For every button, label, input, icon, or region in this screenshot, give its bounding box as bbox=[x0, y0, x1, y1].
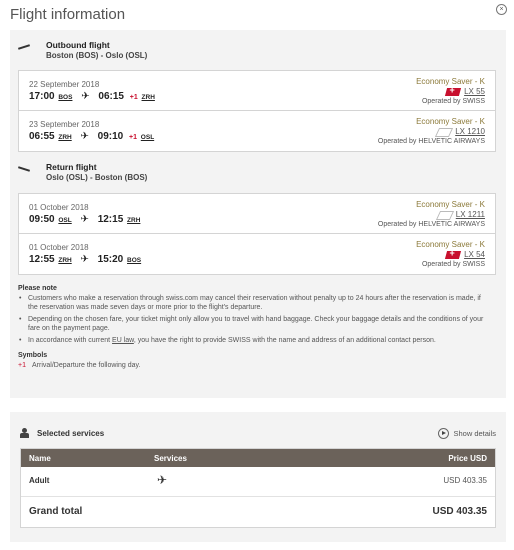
flight-segment: 01 October 2018 09:50 OSL ✈ 12:15 ZRH Ec… bbox=[19, 194, 495, 234]
arrival-time: 12:15 bbox=[97, 214, 124, 225]
takeoff-plane-icon bbox=[18, 42, 32, 52]
notes-list: Customers who make a reservation through… bbox=[18, 294, 488, 346]
departure-airport-link[interactable]: OSL bbox=[58, 217, 71, 224]
arrival-airport-link[interactable]: ZRH bbox=[127, 217, 140, 224]
services-header: Selected services bbox=[20, 428, 104, 438]
outbound-heading: Outbound flight bbox=[46, 40, 110, 50]
flight-details-panel: Outbound flight Boston (BOS) - Oslo (OSL… bbox=[10, 30, 506, 398]
outbound-header: Outbound flight Boston (BOS) - Oslo (OSL… bbox=[18, 40, 147, 61]
departure-airport-link[interactable]: BOS bbox=[58, 94, 72, 101]
next-day-marker: +1 bbox=[129, 134, 138, 141]
fare-class: Economy Saver - K bbox=[416, 117, 485, 126]
notes-heading: Please note bbox=[18, 285, 57, 292]
plane-icon: ✈ bbox=[157, 473, 168, 487]
selected-services-panel: Selected services Show details Name Serv… bbox=[10, 412, 506, 542]
departure-time: 12:55 bbox=[29, 254, 55, 265]
flight-segment: 22 September 2018 17:00 BOS ✈ 06:15 +1 Z… bbox=[19, 71, 495, 111]
departure-time: 09:50 bbox=[29, 214, 55, 225]
next-day-marker: +1 bbox=[129, 94, 138, 101]
segment-times: 06:55 ZRH ✈ 09:10 +1 OSL bbox=[29, 131, 154, 142]
flight-number-link[interactable]: LX 55 bbox=[464, 87, 485, 97]
flight-number-link[interactable]: LX 54 bbox=[464, 250, 485, 260]
departure-time: 06:55 bbox=[29, 131, 55, 142]
operator: Operated by HELVETIC AIRWAYS bbox=[377, 221, 485, 228]
arrival-time: 15:20 bbox=[97, 254, 124, 265]
flight-segment: 01 October 2018 12:55 ZRH ✈ 15:20 BOS Ec… bbox=[19, 234, 495, 274]
departure-airport-link[interactable]: ZRH bbox=[58, 257, 71, 264]
outbound-segments: 22 September 2018 17:00 BOS ✈ 06:15 +1 Z… bbox=[18, 70, 496, 152]
arrival-time: 09:10 bbox=[97, 131, 124, 142]
arrival-airport-link[interactable]: ZRH bbox=[142, 94, 155, 101]
play-circle-icon bbox=[438, 428, 450, 439]
arrival-time: 06:15 bbox=[98, 91, 124, 102]
operator: Operated by SWISS bbox=[421, 261, 485, 268]
note-item: Customers who make a reservation through… bbox=[18, 294, 488, 313]
symbol-legend: +1 Arrival/Departure the following day. bbox=[18, 361, 488, 371]
grand-total-row: Grand total USD 403.35 bbox=[21, 497, 495, 527]
segment-fare-info: Economy Saver - K LX 54 Operated by SWIS… bbox=[416, 240, 485, 270]
note-item: In accordance with current EU law, you h… bbox=[18, 336, 488, 346]
column-header-name: Name bbox=[29, 454, 51, 463]
column-header-services: Services bbox=[154, 454, 187, 463]
segment-date: 01 October 2018 bbox=[29, 243, 89, 252]
segment-date: 01 October 2018 bbox=[29, 203, 89, 212]
note-text: In accordance with current bbox=[28, 336, 113, 344]
segment-date: 23 September 2018 bbox=[29, 120, 100, 129]
dialog-title: Flight information bbox=[10, 6, 126, 23]
notes-section: Please note Customers who make a reserva… bbox=[18, 284, 488, 370]
segment-fare-info: Economy Saver - K LX 1211 Operated by HE… bbox=[378, 200, 485, 230]
swiss-logo-icon bbox=[445, 251, 462, 259]
flight-number-link[interactable]: LX 1211 bbox=[456, 210, 485, 220]
segment-times: 09:50 OSL ✈ 12:15 ZRH bbox=[29, 214, 140, 225]
table-header: Name Services Price USD bbox=[21, 449, 495, 467]
plane-icon: ✈ bbox=[80, 131, 89, 142]
plane-icon: ✈ bbox=[81, 91, 90, 102]
plane-icon: ✈ bbox=[80, 254, 89, 265]
services-table: Name Services Price USD Adult ✈ USD 403.… bbox=[20, 448, 496, 528]
helvetic-logo-icon bbox=[435, 127, 454, 137]
segment-fare-info: Economy Saver - K LX 1210 Operated by HE… bbox=[378, 117, 485, 147]
grand-total-label: Grand total bbox=[29, 506, 83, 517]
return-heading: Return flight bbox=[46, 162, 97, 172]
return-route: Oslo (OSL) - Boston (BOS) bbox=[46, 173, 148, 182]
flight-number-link[interactable]: LX 1210 bbox=[455, 127, 485, 137]
departure-airport-link[interactable]: ZRH bbox=[58, 134, 71, 141]
row-price: USD 403.35 bbox=[443, 476, 487, 485]
symbol-description: Arrival/Departure the following day. bbox=[31, 361, 141, 369]
return-segments: 01 October 2018 09:50 OSL ✈ 12:15 ZRH Ec… bbox=[18, 193, 496, 275]
services-heading: Selected services bbox=[37, 428, 105, 438]
arrival-airport-link[interactable]: BOS bbox=[127, 257, 141, 264]
swiss-logo-icon bbox=[445, 88, 462, 96]
symbols-heading: Symbols bbox=[18, 352, 48, 359]
operator: Operated by HELVETIC AIRWAYS bbox=[377, 138, 485, 145]
column-header-price: Price USD bbox=[448, 454, 487, 463]
segment-fare-info: Economy Saver - K LX 55 Operated by SWIS… bbox=[416, 77, 485, 107]
next-day-symbol: +1 bbox=[18, 361, 26, 369]
helvetic-logo-icon bbox=[435, 210, 454, 220]
table-row: Adult ✈ USD 403.35 bbox=[21, 467, 495, 497]
plane-icon: ✈ bbox=[80, 214, 89, 225]
landing-plane-icon bbox=[18, 164, 32, 174]
close-icon[interactable]: × bbox=[496, 4, 507, 15]
note-item: Depending on the chosen fare, your ticke… bbox=[18, 315, 488, 334]
note-text: , you have the right to provide SWISS wi… bbox=[133, 336, 436, 344]
arrival-airport-link[interactable]: OSL bbox=[141, 134, 154, 141]
outbound-route: Boston (BOS) - Oslo (OSL) bbox=[46, 51, 148, 60]
eu-law-link[interactable]: EU law bbox=[112, 337, 134, 344]
passenger-type: Adult bbox=[29, 476, 50, 485]
grand-total-value: USD 403.35 bbox=[432, 506, 487, 517]
return-header: Return flight Oslo (OSL) - Boston (BOS) bbox=[18, 162, 147, 183]
segment-times: 17:00 BOS ✈ 06:15 +1 ZRH bbox=[29, 91, 155, 102]
flight-segment: 23 September 2018 06:55 ZRH ✈ 09:10 +1 O… bbox=[19, 111, 495, 151]
fare-class: Economy Saver - K bbox=[416, 200, 485, 209]
show-details-button[interactable]: Show details bbox=[438, 428, 496, 439]
segment-date: 22 September 2018 bbox=[29, 80, 100, 89]
person-icon bbox=[20, 428, 29, 438]
operator: Operated by SWISS bbox=[421, 98, 485, 105]
departure-time: 17:00 bbox=[29, 91, 55, 102]
show-details-label: Show details bbox=[453, 429, 496, 438]
segment-times: 12:55 ZRH ✈ 15:20 BOS bbox=[29, 254, 141, 265]
